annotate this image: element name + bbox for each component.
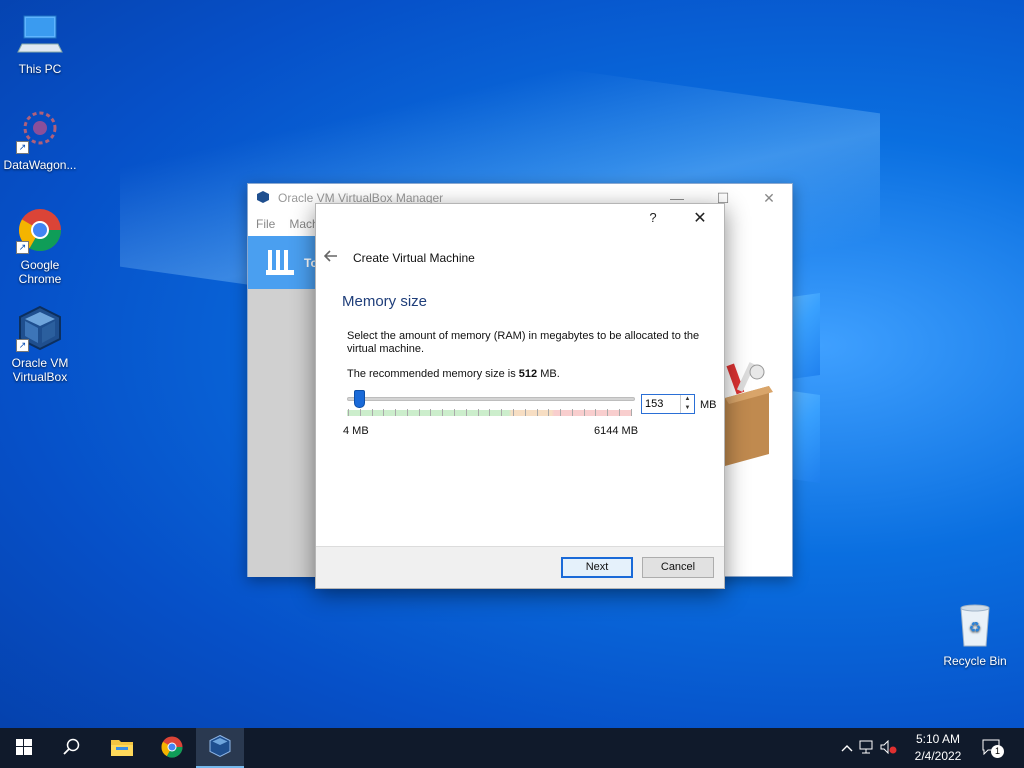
slider-tick <box>489 409 491 416</box>
search-icon <box>63 738 81 759</box>
slider-tick <box>512 409 514 416</box>
slider-tick <box>465 409 467 416</box>
slider-tick <box>348 409 349 416</box>
slider-tick <box>524 409 526 416</box>
desktop-icon-label: DataWagon... <box>3 158 77 172</box>
slider-tick <box>618 409 620 416</box>
memory-slider-track[interactable] <box>347 397 635 401</box>
toolbox-illustration <box>725 358 773 468</box>
create-vm-dialog[interactable]: ? ✕ Create Virtual Machine Memory size S… <box>315 203 725 589</box>
network-icon[interactable] <box>856 740 878 757</box>
memory-spinbox[interactable]: ▲ ▼ <box>641 394 695 414</box>
slider-tick <box>454 409 456 416</box>
computer-icon <box>16 10 64 58</box>
chevron-up-icon[interactable] <box>838 741 856 755</box>
slider-tick <box>595 409 597 416</box>
dialog-title: Create Virtual Machine <box>353 251 475 265</box>
desktop-icon-label: Recycle Bin <box>943 654 1007 668</box>
datawagon-icon: ↗ <box>16 106 64 154</box>
back-arrow-icon[interactable] <box>323 249 348 267</box>
system-tray <box>838 728 900 768</box>
slider-tick <box>383 409 385 416</box>
memory-unit-label: MB <box>700 399 717 411</box>
slider-tick <box>536 409 538 416</box>
action-center-button[interactable]: 1 <box>982 728 1004 768</box>
virtualbox-icon <box>208 734 232 761</box>
shortcut-arrow-icon: ↗ <box>16 241 29 254</box>
close-button[interactable]: ✕ <box>746 184 792 212</box>
slider-tick <box>583 409 585 416</box>
search-button[interactable] <box>48 728 96 768</box>
shortcut-arrow-icon: ↗ <box>16 339 29 352</box>
svg-text:♻: ♻ <box>969 620 982 636</box>
desktop-icon-label: Oracle VM VirtualBox <box>11 356 69 384</box>
tools-icon <box>264 246 296 281</box>
memory-description: Select the amount of memory (RAM) in meg… <box>347 330 700 355</box>
chrome-icon <box>160 735 184 762</box>
close-button[interactable]: ✕ <box>690 208 710 228</box>
taskbar-virtualbox[interactable] <box>196 728 244 768</box>
notification-icon: 1 <box>982 739 1004 758</box>
clock[interactable]: 5:10 AM 2/4/2022 <box>905 731 971 765</box>
slider-tick <box>630 409 632 416</box>
slider-tick <box>442 409 444 416</box>
taskbar-file-explorer[interactable] <box>98 728 146 768</box>
desktop-icon-google-chrome[interactable]: ↗ Google Chrome <box>0 206 80 286</box>
slider-tick <box>430 409 432 416</box>
slider-tick <box>395 409 397 416</box>
taskbar-chrome[interactable] <box>148 728 196 768</box>
vm-list-panel <box>248 289 318 577</box>
slider-tick <box>406 409 408 416</box>
spin-up-icon[interactable]: ▲ <box>681 395 694 404</box>
section-title: Memory size <box>342 293 428 310</box>
slider-tick <box>359 409 361 416</box>
memory-slider-thumb[interactable] <box>354 390 365 408</box>
dialog-footer: Next Cancel <box>316 546 724 588</box>
slider-tick <box>560 409 562 416</box>
slider-tick <box>607 409 609 416</box>
slider-tick <box>371 409 373 416</box>
tools-item[interactable]: To <box>248 236 318 289</box>
memory-value-input[interactable] <box>642 395 680 413</box>
menu-file[interactable]: File <box>256 217 275 231</box>
desktop-icon-datawagon[interactable]: ↗ DataWagon... <box>0 106 80 172</box>
recycle-bin-icon: ♻ <box>951 602 999 650</box>
desktop-icon-this-pc[interactable]: This PC <box>0 10 80 76</box>
recommended-memory-text: The recommended memory size is 512 MB. <box>347 368 560 380</box>
slider-tick <box>548 409 550 416</box>
slider-tick <box>571 409 573 416</box>
memory-min-label: 4 MB <box>343 425 369 437</box>
dialog-title-bar[interactable]: ? ✕ <box>316 204 724 232</box>
cancel-button[interactable]: Cancel <box>642 557 714 578</box>
desktop-icon-label: This PC <box>18 62 62 76</box>
volume-muted-icon[interactable] <box>878 739 900 757</box>
virtualbox-logo-icon <box>256 190 270 207</box>
clock-date: 2/4/2022 <box>914 749 962 763</box>
desktop-icon-recycle-bin[interactable]: ♻ Recycle Bin <box>935 602 1015 668</box>
virtualbox-icon: ↗ <box>16 304 64 352</box>
desktop-icon-virtualbox[interactable]: ↗ Oracle VM VirtualBox <box>0 304 80 384</box>
memory-max-label: 6144 MB <box>594 425 639 437</box>
slider-tick <box>418 409 420 416</box>
slider-tick <box>477 409 479 416</box>
shortcut-arrow-icon: ↗ <box>16 141 29 154</box>
spin-down-icon[interactable]: ▼ <box>681 404 694 413</box>
clock-time: 5:10 AM <box>915 732 961 746</box>
slider-tick <box>501 409 503 416</box>
notification-count: 1 <box>991 744 1004 758</box>
folder-icon <box>110 737 134 760</box>
next-button[interactable]: Next <box>561 557 633 578</box>
help-button[interactable]: ? <box>644 210 662 225</box>
desktop-icon-label: Google Chrome <box>18 258 62 286</box>
memory-slider-ticks <box>348 409 632 416</box>
recommended-memory-value: 512 <box>518 368 538 380</box>
chrome-icon: ↗ <box>16 206 64 254</box>
taskbar: 5:10 AM 2/4/2022 1 <box>0 728 1024 768</box>
start-button[interactable] <box>0 728 48 768</box>
windows-start-icon <box>16 738 32 758</box>
